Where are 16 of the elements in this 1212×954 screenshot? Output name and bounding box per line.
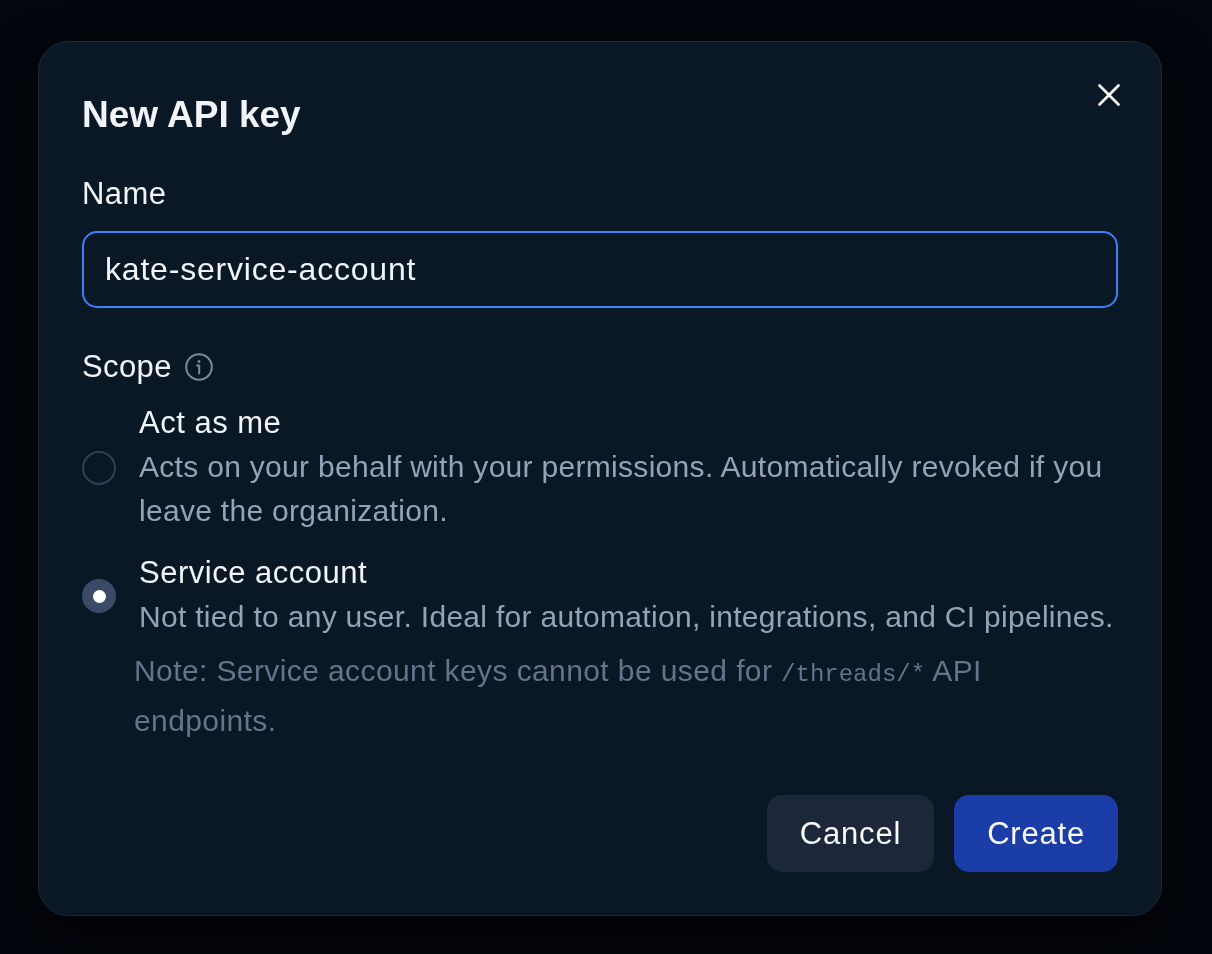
create-button[interactable]: Create — [954, 795, 1118, 872]
name-label: Name — [82, 176, 167, 212]
scope-label: Scope — [82, 349, 172, 385]
radio-button[interactable] — [82, 579, 116, 613]
info-icon[interactable] — [184, 353, 213, 381]
note-text: Note: Service account keys cannot be used for /threads/* API endpoints. — [134, 653, 983, 739]
option-description: Not tied to any user. Ideal for automation, integrations, and CI pipelines. — [139, 599, 1115, 635]
radio-button[interactable] — [82, 451, 116, 485]
cancel-button[interactable]: Cancel — [766, 795, 935, 872]
dialog-title: New API key — [82, 93, 301, 137]
name-input[interactable]: kate-service-account — [82, 231, 1118, 308]
option-description: Acts on your behalf with your permissions. Automatically revoked if you leave the organization. — [139, 449, 1104, 529]
close-icon — [1098, 84, 1120, 106]
option-title: Service account — [139, 554, 369, 592]
close-button[interactable] — [1097, 83, 1121, 107]
option-title: Act as me — [139, 404, 283, 442]
